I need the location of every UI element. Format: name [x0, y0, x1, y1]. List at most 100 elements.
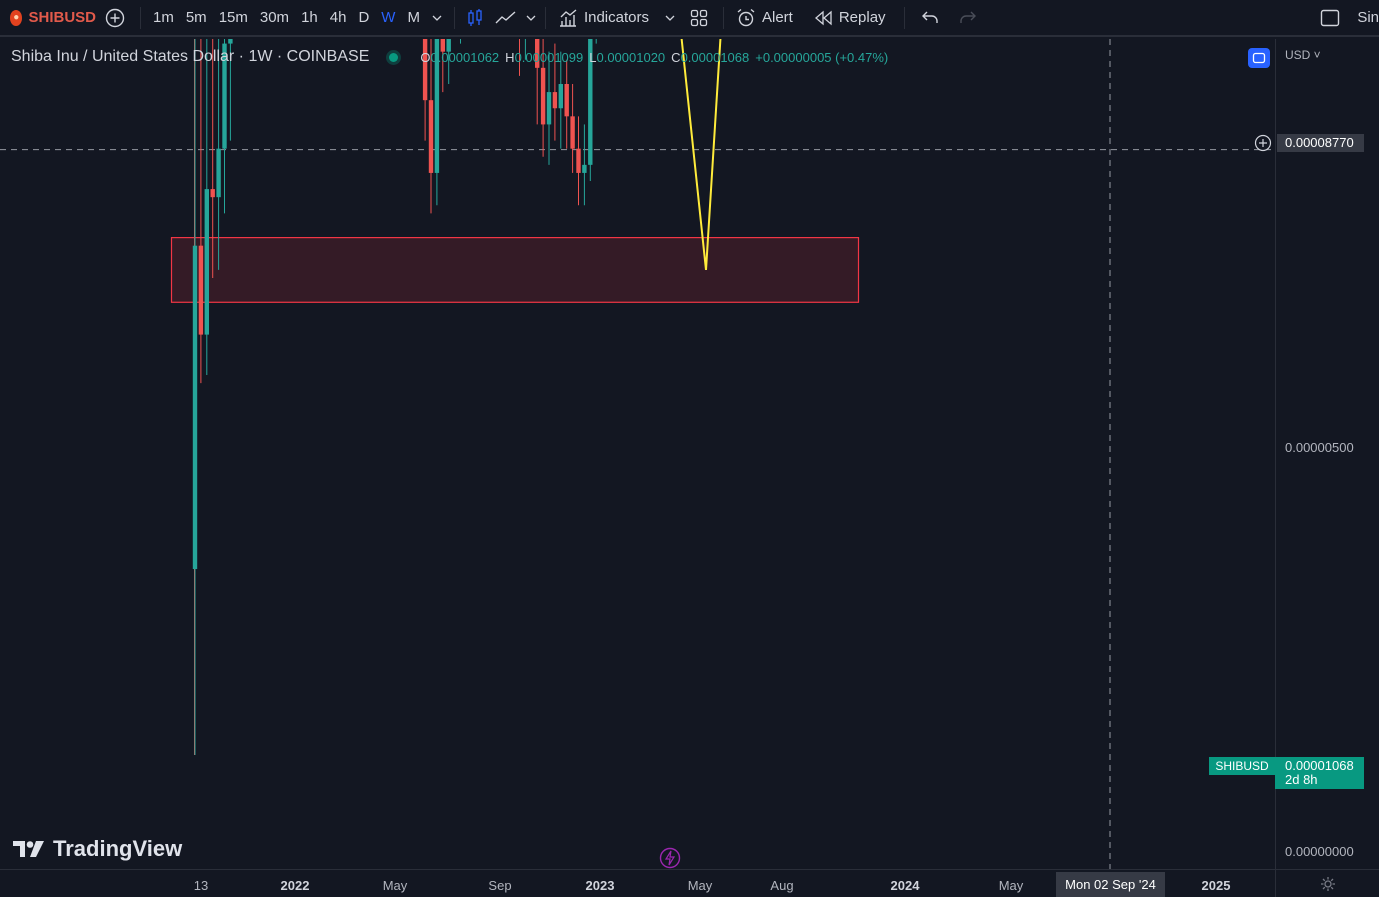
- layouts-button[interactable]: [681, 0, 717, 35]
- toolbar-divider: [453, 6, 455, 29]
- market-status-dot[interactable]: [389, 52, 399, 62]
- line-chart-type-button[interactable]: [489, 0, 523, 35]
- compare-symbol-button[interactable]: [96, 0, 134, 35]
- currency-select[interactable]: USD ˅: [1285, 48, 1321, 62]
- tradingview-app: ● SHIBUSD 1m 5m 15m 30m 1h 4h D W M Indicators: [0, 0, 1379, 897]
- chevron-down-icon: [665, 15, 675, 21]
- crosshair-date-label: Mon 02 Sep '24: [1056, 872, 1165, 897]
- chevron-down-icon: [526, 15, 536, 21]
- lightning-button[interactable]: [659, 847, 681, 874]
- plus-circle-icon: [1254, 134, 1272, 152]
- candle-body: [576, 148, 581, 173]
- time-tick-label: Aug: [770, 878, 794, 893]
- plus-circle-icon: [105, 8, 125, 27]
- time-tick-label: May: [687, 878, 713, 893]
- currency-label: USD: [1285, 48, 1311, 62]
- bar-countdown: 2d 8h: [1285, 772, 1318, 787]
- top-toolbar: ● SHIBUSD 1m 5m 15m 30m 1h 4h D W M Indicators: [0, 0, 1379, 37]
- timeframe-1h-button[interactable]: 1h: [295, 0, 324, 35]
- gear-icon: [1320, 876, 1335, 891]
- replay-button[interactable]: Replay: [805, 0, 898, 35]
- timeframe-m-button[interactable]: M: [401, 0, 426, 35]
- toolbar-divider: [140, 6, 141, 29]
- timeframe-4h-button[interactable]: 4h: [324, 0, 353, 35]
- time-tick-label: Sep: [488, 878, 512, 893]
- chevron-down-icon: ˅: [1310, 48, 1321, 62]
- candle-body: [228, 39, 233, 44]
- candle-body: [570, 116, 575, 149]
- timeframe-30m-button[interactable]: 30m: [254, 0, 295, 35]
- alert-button[interactable]: Alert: [730, 0, 805, 35]
- open-value: 0.00001062: [430, 49, 500, 65]
- candle-body: [210, 189, 215, 198]
- timeframe-5m-button[interactable]: 5m: [180, 0, 213, 35]
- timeframe-dropdown-button[interactable]: [426, 0, 448, 35]
- candle-body: [192, 245, 198, 570]
- candle-body: [428, 100, 434, 173]
- current-price-value: 0.00001068: [1285, 758, 1354, 773]
- time-tick-label: May: [382, 878, 408, 893]
- add-alert-plus-button[interactable]: [1254, 134, 1272, 157]
- alert-label: Alert: [762, 9, 793, 26]
- candle-body: [558, 84, 563, 109]
- toolbar-divider: [544, 6, 546, 29]
- indicators-icon: [559, 8, 577, 27]
- low-value: 0.00001020: [596, 49, 666, 65]
- chart-legend: Shiba Inu / United States Dollar · 1W · …: [11, 48, 888, 66]
- redo-icon: [959, 11, 976, 23]
- candle-body: [540, 67, 546, 125]
- chart-pane[interactable]: [0, 39, 1275, 869]
- projection-arrow-line: [680, 39, 722, 271]
- symbol-name: SHIBUSD: [28, 9, 96, 26]
- indicators-label: Indicators: [583, 9, 649, 26]
- lightning-icon: [659, 847, 681, 869]
- line-chart-icon: [495, 10, 516, 23]
- timeframe-w-button[interactable]: W: [375, 0, 401, 35]
- grid-layout-icon: [690, 9, 708, 26]
- candle-body: [546, 92, 552, 125]
- high-label: H: [505, 49, 515, 65]
- candle-body: [198, 245, 204, 335]
- sign-in-button[interactable]: Sin: [1347, 0, 1379, 35]
- timeframe-group: 1m 5m 15m 30m 1h 4h D W M: [147, 0, 426, 35]
- toolbar-divider: [903, 6, 905, 29]
- timeframe-1m-button[interactable]: 1m: [147, 0, 180, 35]
- sync-chart-button[interactable]: [1248, 48, 1270, 68]
- close-value: 0.00001068: [680, 49, 750, 65]
- time-tick-label: 2025: [1201, 878, 1231, 893]
- sync-icon: [1252, 52, 1266, 64]
- time-tick-label: 2024: [890, 878, 920, 893]
- rewind-icon: [814, 10, 832, 25]
- redo-button[interactable]: [949, 0, 987, 35]
- time-tick-label: 2023: [585, 878, 615, 893]
- shib-logo-icon: ●: [10, 9, 23, 26]
- tradingview-watermark[interactable]: TradingView: [13, 836, 182, 862]
- indicators-dropdown-button[interactable]: [659, 0, 681, 35]
- indicators-button[interactable]: Indicators: [552, 0, 659, 35]
- candles-chart-type-button[interactable]: [461, 0, 489, 35]
- chart-settings-button[interactable]: [1275, 869, 1379, 897]
- support-zone-rect: [170, 237, 860, 303]
- timeframe-d-button[interactable]: D: [352, 0, 375, 35]
- alarm-clock-icon: [737, 8, 755, 26]
- candle-body: [582, 164, 587, 173]
- change-value: +0.00000005 (+0.47%): [755, 49, 889, 65]
- candles-icon: [468, 8, 482, 26]
- symbol-price-tag: SHIBUSD: [1209, 757, 1275, 775]
- chevron-down-icon: [432, 15, 442, 21]
- chart-type-dropdown-button[interactable]: [523, 0, 539, 35]
- undo-button[interactable]: [911, 0, 949, 35]
- legend-title[interactable]: Shiba Inu / United States Dollar · 1W · …: [11, 48, 369, 66]
- price-tick-label: 0.00000000: [1285, 844, 1354, 859]
- time-tick-label: 13: [193, 878, 209, 893]
- high-value: 0.00001099: [514, 49, 584, 65]
- tradingview-logo-icon: [13, 841, 44, 857]
- price-tick-label: 0.00000500: [1285, 439, 1354, 455]
- square-icon: [1321, 9, 1340, 26]
- candle-body: [204, 189, 209, 335]
- fullscreen-button[interactable]: [1313, 0, 1347, 35]
- replay-label: Replay: [838, 9, 886, 26]
- time-tick-label: May: [998, 878, 1024, 893]
- symbol-search-button[interactable]: ● SHIBUSD: [0, 9, 96, 26]
- timeframe-15m-button[interactable]: 15m: [213, 0, 254, 35]
